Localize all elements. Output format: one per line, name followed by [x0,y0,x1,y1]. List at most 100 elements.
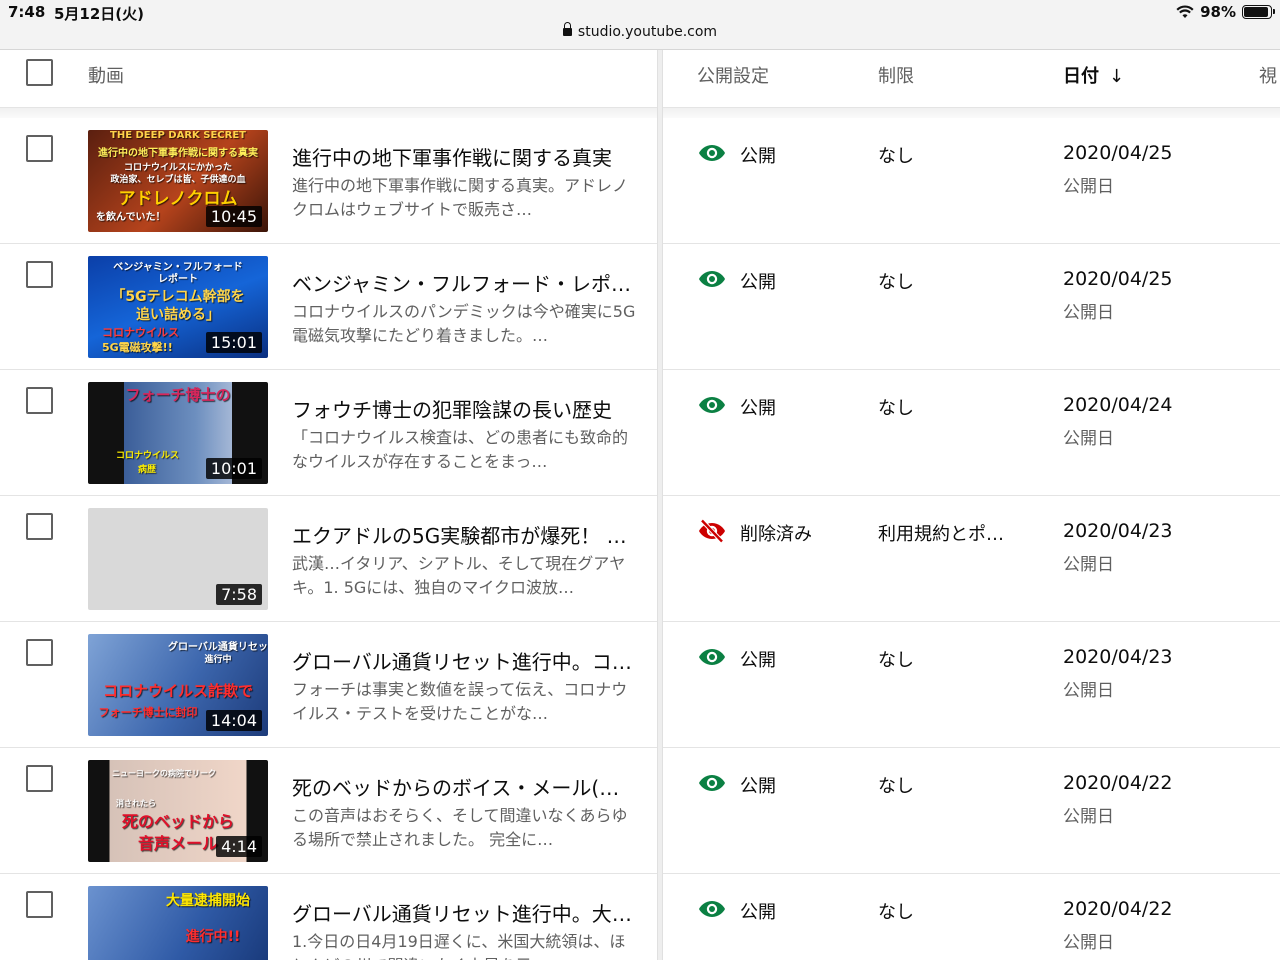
thumbnail-caption: 進行中の地下軍事作戦に関する真実 [98,148,258,159]
publish-date-label: 公開日 [1063,303,1114,323]
thumbnail-caption: ニューヨークの病院でリーク [112,769,216,778]
video-thumbnail[interactable]: 大量逮捕開始進行中!!ソロス、プッシュ、クリントン [88,886,268,960]
video-description: 武漢…イタリア、シアトル、そして現在グアヤキ。1. 5Gには、独自のマイクロ波放… [292,554,626,597]
video-description: 1.今日の日4月19日遅くに、米国大統領は、ほとんどの州で間違いなく上昇を示 [292,932,626,960]
row-checkbox[interactable] [26,135,53,162]
eye-icon [699,901,725,917]
thumbnail-caption: 進行中 [204,655,232,665]
video-title[interactable]: フォウチ博士の犯罪陰謀の長い歴史 [292,394,632,423]
column-header-views[interactable]: 視 [1259,62,1277,88]
visibility-status[interactable]: 公開 [740,898,776,924]
visibility-status[interactable]: 公開 [740,394,776,420]
table-row[interactable]: ニューヨークの病院でリーク 消されたら 死のベッドから 音声メール 4:14 死のベッドか… [0,748,1280,874]
video-duration: 14:04 [205,710,262,731]
lock-icon [562,22,572,36]
video-thumbnail[interactable]: グローバル通貨リセット 進行中 コロナウイルス詐欺で フォーチ博士に封印 14:04 [88,634,268,736]
video-description: 進行中の地下軍事作戦に関する真実。アドレノクロムはウェブサイトで販売さ… [292,176,629,219]
url-text: studio.youtube.com [577,24,718,40]
video-title[interactable]: グローバル通貨リセット進行中。コロナ [292,646,632,675]
video-thumbnail[interactable]: ベンジャミン・フルフォード レポート 「5Gテレコム幹部を 追い詰める」 コロナウイルス… [88,256,268,358]
status-date: 5月12日(火) [54,5,145,23]
thumbnail-caption: 進行中!! [185,929,241,945]
thumbnail-caption: 死のベッドから [121,812,234,831]
status-indicators: 98% [1176,3,1275,21]
battery-percent: 98% [1200,3,1236,21]
thumbnail-caption: コロナウイルス詐欺で [102,682,253,700]
table-row[interactable]: グローバル通貨リセット 進行中 コロナウイルス詐欺で フォーチ博士に封印 14:04 グロ… [0,622,1280,748]
video-thumbnail[interactable]: 7:58 [88,508,268,610]
column-resize-divider[interactable] [657,50,663,960]
column-header-visibility[interactable]: 公開設定 [697,62,769,88]
publish-date: 2020/04/22 [1063,898,1173,920]
table-header: 動画 公開設定 制限 日付 ↓ 視 [0,50,1280,108]
eye-icon [699,145,725,161]
publish-date: 2020/04/24 [1063,394,1173,416]
video-thumbnail[interactable]: フォーチ博士の コロナウイルス 病歴 10:01 [88,382,268,484]
restriction-status[interactable]: なし [878,268,1020,294]
video-duration: 4:14 [216,836,262,857]
eye-icon [699,397,725,413]
restriction-status[interactable]: 利用規約とポリシー [878,520,1020,546]
row-checkbox[interactable] [26,387,53,414]
video-thumbnail[interactable]: ニューヨークの病院でリーク 消されたら 死のベッドから 音声メール 4:14 [88,760,268,862]
restriction-status[interactable]: なし [878,898,1020,924]
row-checkbox[interactable] [26,513,53,540]
table-row[interactable]: 大量逮捕開始進行中!!ソロス、プッシュ、クリントングローバル通貨リセット進行中。… [0,874,1280,960]
eye-icon [699,649,725,665]
publish-date-label: 公開日 [1063,177,1114,197]
thumbnail-caption: を飲んでいた！ [96,212,166,223]
video-thumbnail[interactable]: THE DEEP DARK SECRET 進行中の地下軍事作戦に関する真実 コロナウ… [88,130,268,232]
address-bar[interactable]: studio.youtube.com [0,22,1280,40]
thumbnail-caption: 「5Gテレコム幹部を [111,289,245,305]
video-title[interactable]: グローバル通貨リセット進行中。大量逮 [292,898,632,927]
thumbnail-caption: 5G電磁攻撃!! [102,341,173,354]
row-checkbox[interactable] [26,765,53,792]
wifi-icon [1176,5,1194,18]
visibility-status[interactable]: 公開 [740,268,776,294]
publish-date: 2020/04/22 [1063,772,1173,794]
thumbnail-caption: コロナウイルス [102,326,179,339]
select-all-checkbox[interactable] [26,59,53,86]
publish-date-label: 公開日 [1063,681,1114,701]
header-shadow [0,108,1280,118]
visibility-status[interactable]: 公開 [740,142,776,168]
video-title[interactable]: 進行中の地下軍事作戦に関する真実 [292,142,632,171]
publish-date-label: 公開日 [1063,555,1114,575]
row-checkbox[interactable] [26,639,53,666]
eye-off-icon [699,519,725,543]
visibility-status[interactable]: 公開 [740,772,776,798]
publish-date: 2020/04/23 [1063,520,1173,542]
eye-icon [699,775,725,791]
visibility-status[interactable]: 削除済み [740,520,812,546]
video-description: フォーチは事実と数値を誤って伝え、コロナウイルス・テストを受けたことがな… [292,680,628,723]
video-duration: 7:58 [216,584,262,605]
table-row[interactable]: 7:58 エクアドルの5G実験都市が爆死！ 5G 武漢…イタリア、シアトル、そして現… [0,496,1280,622]
restriction-status[interactable]: なし [878,772,1020,798]
restriction-status[interactable]: なし [878,394,1020,420]
video-description: この音声はおそらく、そして間違いなくあらゆる場所で禁止されました。 完全に… [292,806,628,849]
video-duration: 10:45 [205,206,262,227]
column-header-restrictions[interactable]: 制限 [878,62,914,88]
status-time: 7:48 [8,3,46,21]
column-header-date[interactable]: 日付 ↓ [1063,62,1124,88]
table-row[interactable]: フォーチ博士の コロナウイルス 病歴 10:01 フォウチ博士の犯罪陰謀の長い歴史 「コロ… [0,370,1280,496]
column-header-video[interactable]: 動画 [88,62,124,88]
thumbnail-caption: THE DEEP DARK SECRET [110,130,246,141]
publish-date: 2020/04/25 [1063,142,1173,164]
visibility-status[interactable]: 公開 [740,646,776,672]
video-description: コロナウイルスのパンデミックは今や確実に5G電磁気攻撃にたどり着きました。… [292,302,636,345]
row-checkbox[interactable] [26,261,53,288]
publish-date-label: 公開日 [1063,933,1114,953]
thumbnail-caption: グローバル通貨リセット [168,642,268,653]
video-title[interactable]: エクアドルの5G実験都市が爆死！ 5G [292,520,632,549]
table-row[interactable]: ベンジャミン・フルフォード レポート 「5Gテレコム幹部を 追い詰める」 コロナウイルス… [0,244,1280,370]
video-title[interactable]: 死のベッドからのボイス・メール(ニュー [292,772,632,801]
video-duration: 15:01 [205,332,262,353]
video-title[interactable]: ベンジャミン・フルフォード・レポート [292,268,632,297]
table-row[interactable]: THE DEEP DARK SECRET 進行中の地下軍事作戦に関する真実 コロナウ… [0,118,1280,244]
row-checkbox[interactable] [26,891,53,918]
restriction-status[interactable]: なし [878,142,1020,168]
thumbnail-caption: フォーチ博士の [125,386,231,404]
thumbnail-caption: レポート [158,274,198,285]
restriction-status[interactable]: なし [878,646,1020,672]
